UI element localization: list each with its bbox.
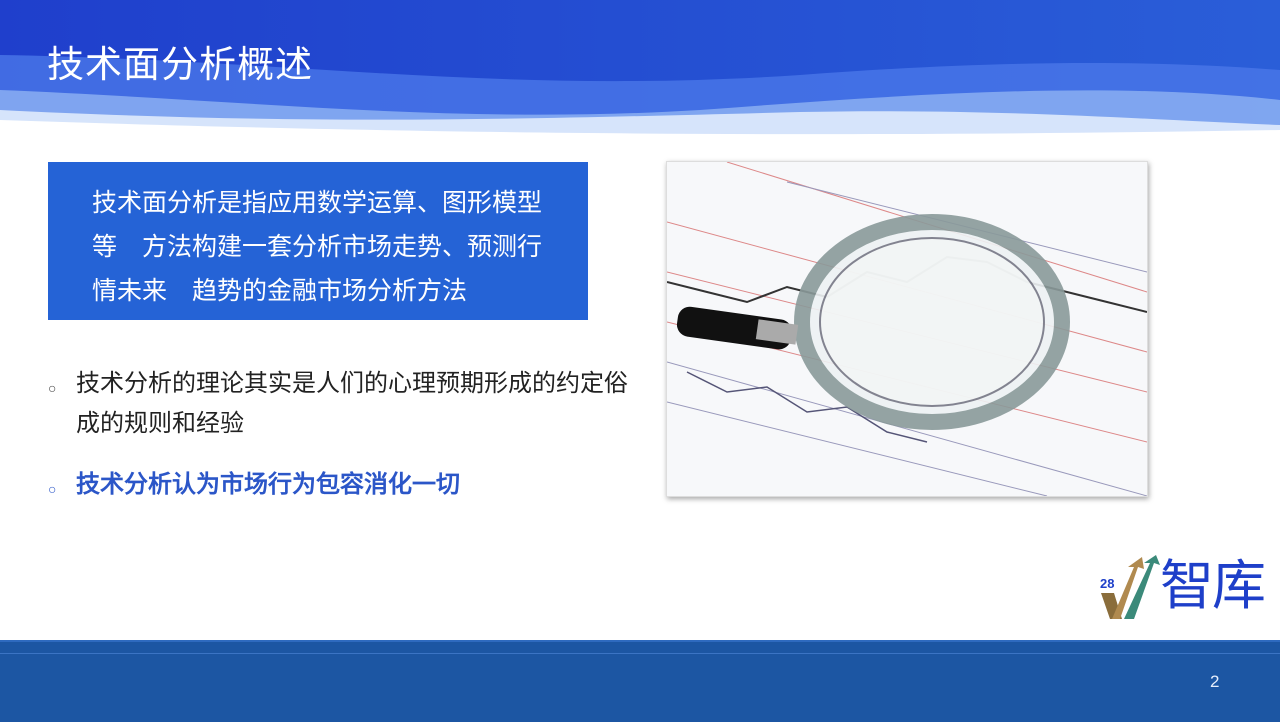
bullet-text: 技术分析的理论其实是人们的心理预期形成的约定俗成的规则和经验 <box>76 370 628 437</box>
bullet-item: ○ 技术分析的理论其实是人们的心理预期形成的约定俗成的规则和经验 <box>48 364 628 444</box>
logo-text: 智库 <box>1160 556 1266 616</box>
circle-bullet-icon: ○ <box>48 481 57 497</box>
circle-bullet-icon: ○ <box>48 380 57 396</box>
bullet-item-highlight: ○ 技术分析认为市场行为包容消化一切 <box>48 465 628 505</box>
bullet-text: 技术分析认为市场行为包容消化一切 <box>76 471 460 498</box>
slide-title: 技术面分析概述 <box>47 44 313 85</box>
footer-bar: 2 <box>0 640 1280 722</box>
page-number: 2 <box>1210 672 1220 691</box>
footer-divider <box>0 653 1280 654</box>
magnifier-chart-photo <box>666 161 1148 497</box>
svg-text:28: 28 <box>1100 576 1114 591</box>
definition-box: 技术面分析是指应用数学运算、图形模型等 方法构建一套分析市场走势、预测行情未来 … <box>48 162 588 320</box>
